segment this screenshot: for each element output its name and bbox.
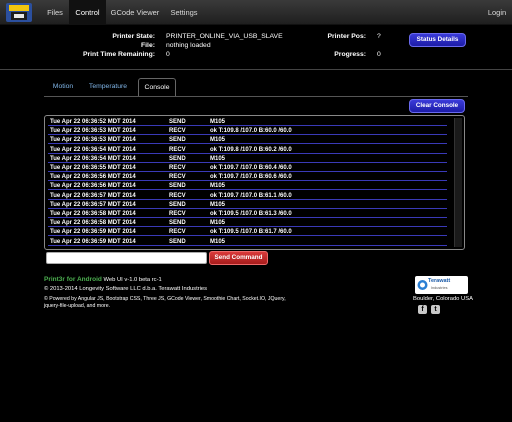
console-row-time: Tue Apr 22 06:36:54 MDT 2014 (50, 146, 136, 153)
console-row-time: Tue Apr 22 06:36:56 MDT 2014 (50, 183, 136, 190)
print-time-value: 0 (166, 51, 170, 58)
console-row-direction: SEND (169, 183, 186, 190)
terawatt-logo[interactable]: Terawatt Industries (415, 276, 468, 294)
clear-console-button[interactable]: Clear Console (409, 99, 465, 113)
printer-pos-value: ? (377, 33, 381, 40)
console-row-message: ok T:109.8 /107.0 B:60.0 /60.0 (210, 128, 292, 135)
console-row-direction: SEND (169, 137, 186, 144)
console-row: Tue Apr 22 06:36:53 MDT 2014 RECV ok T:109… (48, 127, 447, 136)
console-row-time: Tue Apr 22 06:36:59 MDT 2014 (50, 238, 136, 245)
console-row-time: Tue Apr 22 06:36:57 MDT 2014 (50, 192, 136, 199)
tab-divider (44, 96, 468, 97)
console-row-direction: RECV (169, 211, 186, 217)
console-row: Tue Apr 22 06:36:56 MDT 2014 RECV ok T:109… (48, 173, 447, 182)
console-log[interactable]: Tue Apr 22 06:36:52 MDT 2014 SEND M105 Tue … (44, 115, 465, 250)
console-row-message: M105 (210, 220, 226, 227)
console-row: Tue Apr 22 06:36:52 MDT 2014 SEND M105 (48, 118, 447, 126)
printer-state-value: PRINTER_ONLINE_VIA_USB_SLAVE (166, 33, 283, 40)
console-row-time: Tue Apr 22 06:36:52 MDT 2014 (50, 119, 136, 125)
printer-logo-icon[interactable] (5, 2, 33, 23)
status-details-button[interactable]: Status Details (409, 33, 466, 47)
console-row-message: M105 (210, 119, 226, 125)
terawatt-emblem-icon (417, 280, 428, 290)
console-row: Tue Apr 22 06:36:59 MDT 2014 RECV ok T:109… (48, 228, 447, 237)
divider (0, 69, 512, 70)
console-row-time: Tue Apr 22 06:36:57 MDT 2014 (50, 201, 136, 208)
navbar: Files Control GCode Viewer Settings Logi… (0, 0, 512, 25)
footer-version: Web UI v-1.0 beta rc-1 (103, 277, 162, 283)
console-row-message: ok T:109.8 /107.0 B:60.2 /60.0 (210, 146, 292, 153)
console-row-time: Tue Apr 22 06:36:58 MDT 2014 (50, 220, 136, 227)
console-row: Tue Apr 22 06:36:57 MDT 2014 RECV ok T:109… (48, 192, 447, 200)
console-row-time: Tue Apr 22 06:36:53 MDT 2014 (50, 137, 136, 144)
console-row: Tue Apr 22 06:36:58 MDT 2014 RECV ok T:109… (48, 210, 447, 218)
footer-brand[interactable]: Print3r for Android (44, 276, 102, 283)
printer-state-label: Printer State: (112, 33, 155, 40)
console-row-direction: RECV (169, 192, 186, 199)
print-time-label: Print Time Remaining: (82, 51, 155, 58)
tab-temperature[interactable]: Temperature (80, 78, 136, 95)
console-row-message: ok T:109.7 /107.0 B:60.4 /60.0 (210, 165, 292, 171)
console-row-message: M105 (210, 238, 226, 245)
console-row-message: M105 (210, 137, 226, 144)
send-command-button[interactable]: Send Command (209, 251, 268, 265)
printer-pos-label: Printer Pos: (327, 33, 366, 40)
facebook-icon[interactable]: f (418, 305, 427, 314)
file-value: nothing loaded (166, 42, 211, 49)
console-row-message: M105 (210, 183, 226, 190)
console-row: Tue Apr 22 06:36:57 MDT 2014 SEND M105 (48, 201, 447, 209)
console-row-time: Tue Apr 22 06:36:58 MDT 2014 (50, 211, 136, 217)
console-row: Tue Apr 22 06:36:54 MDT 2014 SEND M105 (48, 155, 447, 163)
console-row-time: Tue Apr 22 06:36:53 MDT 2014 (50, 128, 136, 135)
tab-motion[interactable]: Motion (48, 78, 78, 95)
progress-label: Progress: (334, 51, 366, 58)
command-input[interactable] (46, 252, 207, 264)
console-row: Tue Apr 22 06:36:55 MDT 2014 RECV ok T:109… (48, 164, 447, 172)
nav-settings[interactable]: Settings (164, 0, 204, 25)
console-scrollbar[interactable] (454, 118, 462, 247)
console-row-direction: SEND (169, 119, 186, 125)
console-row-direction: RECV (169, 128, 186, 135)
nav-login[interactable]: Login (484, 0, 510, 25)
console-row-direction: SEND (169, 220, 186, 227)
console-row: Tue Apr 22 06:36:58 MDT 2014 SEND M105 (48, 219, 447, 228)
console-row-direction: SEND (169, 155, 186, 162)
footer-copyright: © 2013-2014 Longevity Software LLC d.b.a… (44, 286, 208, 292)
footer-location: Boulder, Colorado USA (413, 296, 473, 302)
console-row-direction: RECV (169, 146, 186, 153)
nav-files[interactable]: Files (41, 0, 69, 25)
console-row: Tue Apr 22 06:36:53 MDT 2014 SEND M105 (48, 136, 447, 145)
console-row: Tue Apr 22 06:36:54 MDT 2014 RECV ok T:109… (48, 146, 447, 154)
console-row-message: ok T:109.7 /107.0 B:60.6 /60.0 (210, 174, 292, 181)
console-row: Tue Apr 22 06:36:56 MDT 2014 SEND M105 (48, 182, 447, 191)
twitter-icon[interactable]: t (431, 305, 440, 314)
console-row-time: Tue Apr 22 06:36:54 MDT 2014 (50, 155, 136, 162)
console-row-message: ok T:109.7 /107.0 B:61.1 /60.0 (210, 192, 292, 199)
console-row-message: ok T:109.5 /107.0 B:61.7 /60.0 (210, 229, 292, 236)
file-label: File: (141, 42, 155, 49)
console-row: Tue Apr 22 06:36:59 MDT 2014 SEND M105 (48, 238, 447, 246)
console-row-time: Tue Apr 22 06:36:59 MDT 2014 (50, 229, 136, 236)
progress-value: 0 (377, 51, 381, 58)
console-row-time: Tue Apr 22 06:36:55 MDT 2014 (50, 165, 136, 171)
console-row-direction: SEND (169, 238, 186, 245)
console-row-time: Tue Apr 22 06:36:56 MDT 2014 (50, 174, 136, 181)
console-row-direction: SEND (169, 201, 186, 208)
console-row-direction: RECV (169, 165, 186, 171)
nav-control[interactable]: Control (69, 0, 106, 25)
footer-brand-line: Print3r for Android Web UI v-1.0 beta rc… (44, 276, 162, 283)
console-row-message: M105 (210, 155, 226, 162)
console-row-direction: RECV (169, 174, 186, 181)
console-row-message: M105 (210, 201, 226, 208)
console-row-direction: RECV (169, 229, 186, 236)
console-row-message: ok T:109.5 /107.0 B:61.3 /60.0 (210, 211, 292, 217)
footer-powered-line-2: jquery-file-upload, and more. (44, 303, 111, 309)
footer-powered-line-1: © Powered by Angular JS, Bootstrap CSS, … (44, 296, 286, 302)
terawatt-sub: Industries (431, 286, 448, 290)
nav-gcode-viewer[interactable]: GCode Viewer (106, 0, 164, 25)
tab-console[interactable]: Console (138, 78, 176, 97)
terawatt-name: Terawatt (428, 278, 451, 284)
